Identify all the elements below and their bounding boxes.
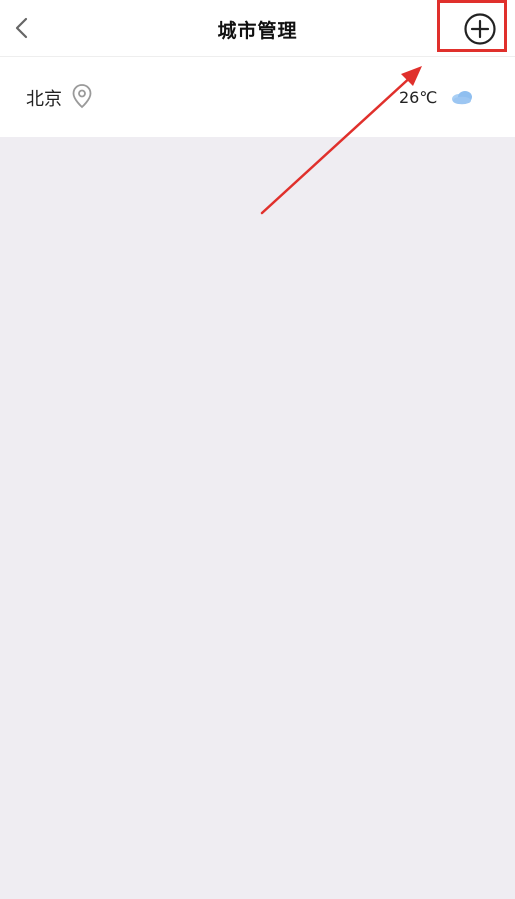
city-list-item[interactable]: 北京 26℃ <box>0 57 515 137</box>
temperature-label: 26℃ <box>399 88 438 107</box>
location-pin-icon <box>72 84 92 109</box>
city-name: 北京 <box>26 89 62 110</box>
annotation-highlight-box <box>437 0 507 52</box>
cloud-icon <box>452 91 472 105</box>
